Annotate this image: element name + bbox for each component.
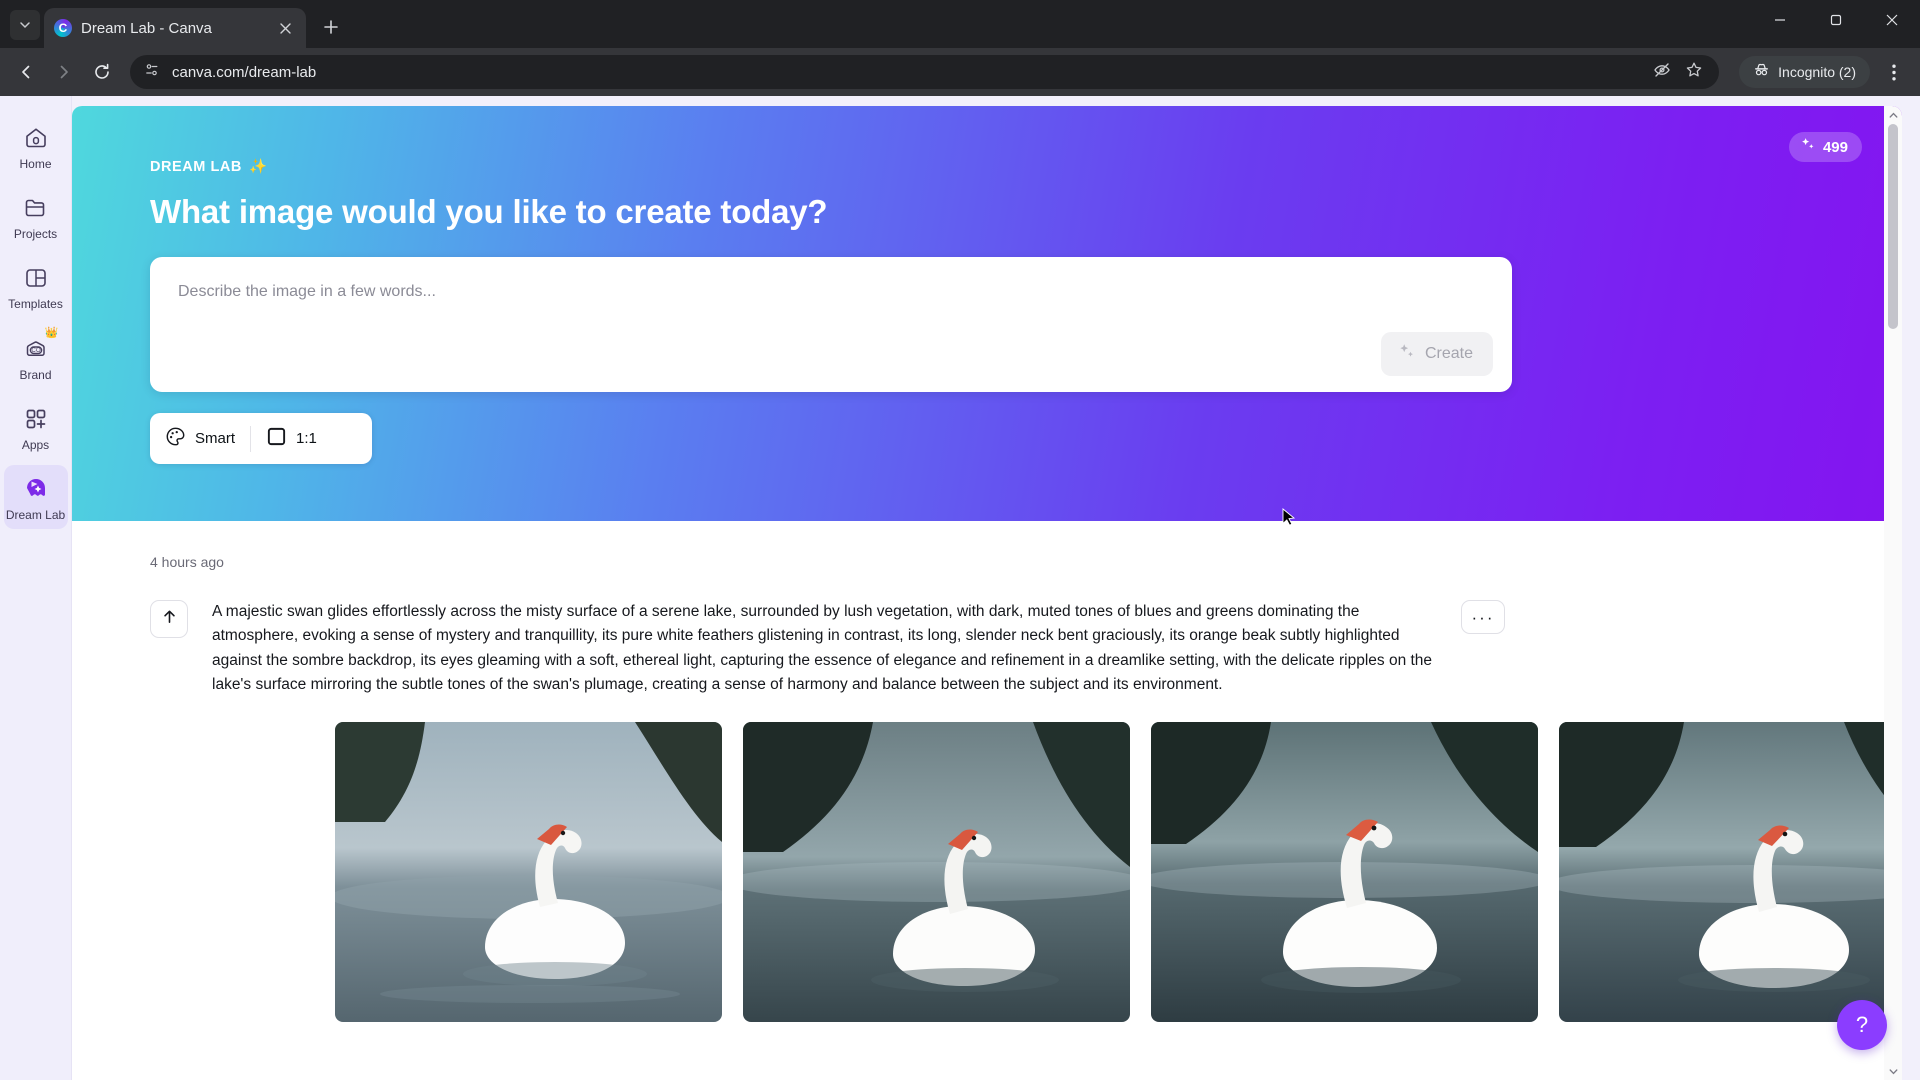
folder-icon xyxy=(22,194,50,222)
credits-badge[interactable]: 499 xyxy=(1788,132,1862,162)
hero-eyebrow: DREAM LAB ✨ xyxy=(150,158,1902,176)
palette-icon xyxy=(165,426,186,452)
sidebar-item-home[interactable]: Home xyxy=(4,114,68,178)
close-icon[interactable] xyxy=(274,17,296,39)
window-close-icon[interactable] xyxy=(1864,0,1920,40)
result-timestamp: 4 hours ago xyxy=(150,554,224,570)
scroll-down-icon[interactable] xyxy=(1884,1062,1902,1080)
results-section: 4 hours ago A majestic swan glides effor… xyxy=(72,521,1902,1022)
app-sidebar: Home Projects Templates CO 👑 Brand Apps … xyxy=(0,96,72,1080)
incognito-label: Incognito (2) xyxy=(1778,64,1856,80)
sidebar-item-apps[interactable]: Apps xyxy=(4,395,68,459)
templates-icon xyxy=(22,264,50,292)
sidebar-item-label: Apps xyxy=(21,437,50,452)
bookmark-star-icon[interactable] xyxy=(1685,61,1703,84)
reuse-prompt-button[interactable] xyxy=(150,600,188,638)
credits-sparkle-icon xyxy=(1799,136,1816,158)
generation-options-bar: Smart 1:1 xyxy=(150,413,372,464)
generated-image-2[interactable] xyxy=(743,721,1130,1022)
home-icon xyxy=(22,124,50,152)
browser-toolbar: canva.com/dream-lab Incognito (2) xyxy=(0,48,1920,96)
browser-window: C Dream Lab - Canva canva.com/dream-lab … xyxy=(0,0,1920,1080)
page-body: Home Projects Templates CO 👑 Brand Apps … xyxy=(0,96,1920,1080)
browser-tab[interactable]: C Dream Lab - Canva xyxy=(44,8,306,48)
address-bar[interactable]: canva.com/dream-lab xyxy=(130,55,1720,89)
generated-image-3[interactable] xyxy=(1151,721,1538,1022)
page-title: What image would you like to create toda… xyxy=(150,193,828,230)
sidebar-item-label: Projects xyxy=(13,227,58,242)
page-scrollbar[interactable] xyxy=(1884,106,1902,1080)
result-prompt-text: A majestic swan glides effortlessly acro… xyxy=(212,603,1433,694)
new-tab-button[interactable] xyxy=(314,10,348,44)
credits-count: 499 xyxy=(1822,138,1848,156)
sidebar-item-label: Templates xyxy=(8,297,63,312)
create-button-label: Create xyxy=(1424,345,1473,362)
sidebar-item-projects[interactable]: Projects xyxy=(4,184,68,248)
sidebar-item-brand[interactable]: CO 👑 Brand xyxy=(4,325,68,389)
tab-title: Dream Lab - Canva xyxy=(81,19,212,37)
prompt-card: Describe the image in a few words... Cre… xyxy=(150,257,1512,392)
generated-images-grid xyxy=(150,698,1902,1022)
crown-icon: 👑 xyxy=(44,326,59,339)
window-controls xyxy=(1752,0,1920,48)
sidebar-item-label: Home xyxy=(19,157,52,171)
prompt-input[interactable]: Describe the image in a few words... xyxy=(178,283,1484,301)
sparkles-icon: ✨ xyxy=(248,159,268,175)
apps-grid-icon xyxy=(22,405,50,433)
more-options-button[interactable]: ··· xyxy=(1461,600,1505,634)
generated-image-1[interactable] xyxy=(335,721,722,1022)
hero-eyebrow-label: DREAM LAB xyxy=(150,158,242,175)
style-option-smart[interactable]: Smart xyxy=(150,413,250,464)
scroll-up-icon[interactable] xyxy=(1884,106,1902,124)
content-wrapper: 499 DREAM LAB ✨ What image would you lik… xyxy=(72,96,1920,1080)
tab-search-button[interactable] xyxy=(10,10,40,40)
svg-text:CO: CO xyxy=(31,347,40,354)
forward-icon[interactable] xyxy=(46,54,82,90)
url-text: canva.com/dream-lab xyxy=(172,63,317,81)
incognito-icon xyxy=(1753,61,1770,83)
scrollbar-thumb[interactable] xyxy=(1888,124,1898,329)
dream-lab-icon xyxy=(22,475,50,503)
result-prompt-row: A majestic swan glides effortlessly acro… xyxy=(150,600,1902,698)
maximize-icon[interactable] xyxy=(1808,0,1864,40)
sidebar-item-label: Brand xyxy=(19,367,52,382)
create-button[interactable]: Create xyxy=(1380,332,1493,376)
hero-banner: 499 DREAM LAB ✨ What image would you lik… xyxy=(72,106,1902,521)
sparkles-icon xyxy=(1397,342,1416,366)
tab-strip: C Dream Lab - Canva xyxy=(0,0,1920,48)
help-button[interactable]: ? xyxy=(1837,1000,1887,1050)
minimize-icon[interactable] xyxy=(1752,0,1808,40)
incognito-indicator[interactable]: Incognito (2) xyxy=(1739,56,1870,88)
sidebar-item-templates[interactable]: Templates xyxy=(4,254,68,318)
site-settings-icon[interactable] xyxy=(144,62,160,83)
hide-password-icon[interactable] xyxy=(1653,61,1671,84)
dream-lab-page: 499 DREAM LAB ✨ What image would you lik… xyxy=(72,106,1902,1080)
back-icon[interactable] xyxy=(8,54,44,90)
canva-logo-icon: C xyxy=(54,19,72,37)
browser-menu-icon[interactable] xyxy=(1876,54,1912,90)
aspect-ratio-label: 1:1 xyxy=(296,430,317,447)
aspect-ratio-option[interactable]: 1:1 xyxy=(251,413,332,464)
reload-icon[interactable] xyxy=(84,54,120,90)
brand-kit-icon: CO 👑 xyxy=(22,327,59,363)
square-ratio-icon xyxy=(266,426,287,452)
style-option-label: Smart xyxy=(195,430,236,447)
sidebar-item-label: Dream Lab xyxy=(5,507,66,522)
arrow-up-icon xyxy=(161,608,178,630)
sidebar-item-dream-lab[interactable]: Dream Lab xyxy=(3,464,68,530)
generated-image-4[interactable] xyxy=(1559,721,1902,1022)
